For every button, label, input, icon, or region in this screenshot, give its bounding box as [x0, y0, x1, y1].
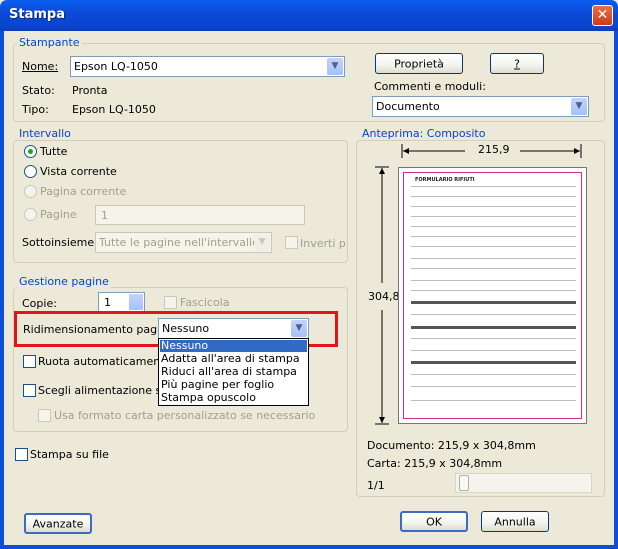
preview-page: FORMULARIO RIFIUTI — [398, 167, 587, 424]
subset-select: Tutte le pagine nell'intervallo ▼ — [95, 232, 272, 253]
range-legend: Intervallo — [17, 127, 73, 140]
paper-size: Carta: 215,9 x 304,8mm — [367, 457, 503, 470]
printer-legend: Stampante — [17, 36, 82, 49]
page-indicator: 1/1 — [367, 479, 385, 492]
scaling-dropdown-list: Nessuno Adatta all'area di stampa Riduci… — [158, 338, 309, 406]
range-current-view-radio[interactable] — [24, 165, 37, 178]
reverse-pages-checkbox — [285, 236, 298, 249]
printer-status-label: Stato: — [22, 84, 55, 97]
form-border — [403, 172, 582, 419]
copies-value: 1 — [104, 296, 111, 309]
window-title: Stampa — [9, 7, 65, 22]
scaling-option[interactable]: Stampa opuscolo — [161, 391, 256, 404]
printer-name-label: Nome: — [22, 60, 59, 73]
print-to-file-label: Stampa su file — [30, 448, 109, 461]
properties-button[interactable]: Proprietà — [375, 53, 463, 74]
close-button[interactable]: ✕ — [592, 5, 613, 26]
printer-status-value: Pronta — [72, 84, 108, 97]
subset-value: Tutte le pagine nell'intervallo — [99, 236, 259, 249]
print-to-file-checkbox[interactable] — [15, 448, 28, 461]
cancel-button[interactable]: Annulla — [481, 511, 549, 532]
scaling-option[interactable]: Adatta all'area di stampa — [161, 352, 300, 365]
printer-name-select[interactable]: Epson LQ-1050 ▼ — [70, 56, 345, 77]
subset-label: Sottoinsieme: — [22, 236, 98, 249]
comments-label: Commenti e moduli: — [374, 80, 486, 93]
window-frame-right — [614, 31, 618, 549]
range-pages-input: 1 — [95, 205, 305, 225]
help-button[interactable]: ? — [490, 53, 544, 74]
scaling-option[interactable]: Riduci all'area di stampa — [161, 365, 297, 378]
custom-paper-checkbox — [38, 409, 51, 422]
collate-checkbox — [164, 296, 177, 309]
choose-source-checkbox[interactable] — [23, 384, 36, 397]
range-all-radio[interactable] — [24, 145, 37, 158]
copies-label: Copie: — [22, 297, 57, 310]
range-pages-radio — [24, 208, 37, 221]
form-title: FORMULARIO RIFIUTI — [415, 177, 475, 183]
window-frame-left — [0, 31, 4, 549]
chevron-down-icon: ▼ — [254, 234, 270, 251]
comments-value: Documento — [376, 100, 440, 113]
comments-select[interactable]: Documento ▼ — [372, 96, 589, 117]
title-bar: Stampa — [0, 0, 618, 31]
scaling-option[interactable]: Più pagine per foglio — [161, 378, 274, 391]
reverse-pages-label: Inverti p — [300, 237, 346, 250]
page-handling-legend: Gestione pagine — [17, 275, 111, 288]
preview-legend: Anteprima: Composito — [360, 127, 488, 140]
printer-type-value: Epson LQ-1050 — [72, 103, 156, 116]
printer-type-label: Tipo: — [22, 103, 49, 116]
range-current-page-label: Pagina corrente — [40, 185, 127, 198]
autorotate-checkbox[interactable] — [23, 355, 36, 368]
advanced-button[interactable]: Avanzate — [24, 513, 92, 534]
document-size: Documento: 215,9 x 304,8mm — [367, 439, 536, 452]
scaling-option[interactable]: Nessuno — [161, 339, 208, 352]
range-pages-label: Pagine — [40, 208, 77, 221]
spin-arrows-icon[interactable] — [129, 294, 143, 310]
collate-label: Fascicola — [180, 296, 230, 309]
preview-width: 215,9 — [478, 143, 510, 156]
range-pages-value: 1 — [101, 209, 108, 222]
printer-name-value: Epson LQ-1050 — [74, 60, 158, 73]
page-slider-track[interactable] — [455, 473, 592, 493]
close-icon: ✕ — [596, 7, 609, 23]
range-current-page-radio — [24, 185, 37, 198]
page-slider-thumb[interactable] — [459, 475, 469, 491]
range-current-view-label: Vista corrente — [40, 165, 117, 178]
chevron-down-icon: ▼ — [571, 98, 587, 115]
preview-height: 304,8 — [368, 290, 400, 303]
copies-input[interactable]: 1 — [98, 292, 145, 312]
range-all-label: Tutte — [40, 145, 68, 158]
chevron-down-icon: ▼ — [327, 58, 343, 75]
custom-paper-label: Usa formato carta personalizzato se nece… — [54, 409, 316, 422]
ok-button[interactable]: OK — [400, 511, 468, 532]
window-frame-bottom — [0, 545, 618, 549]
